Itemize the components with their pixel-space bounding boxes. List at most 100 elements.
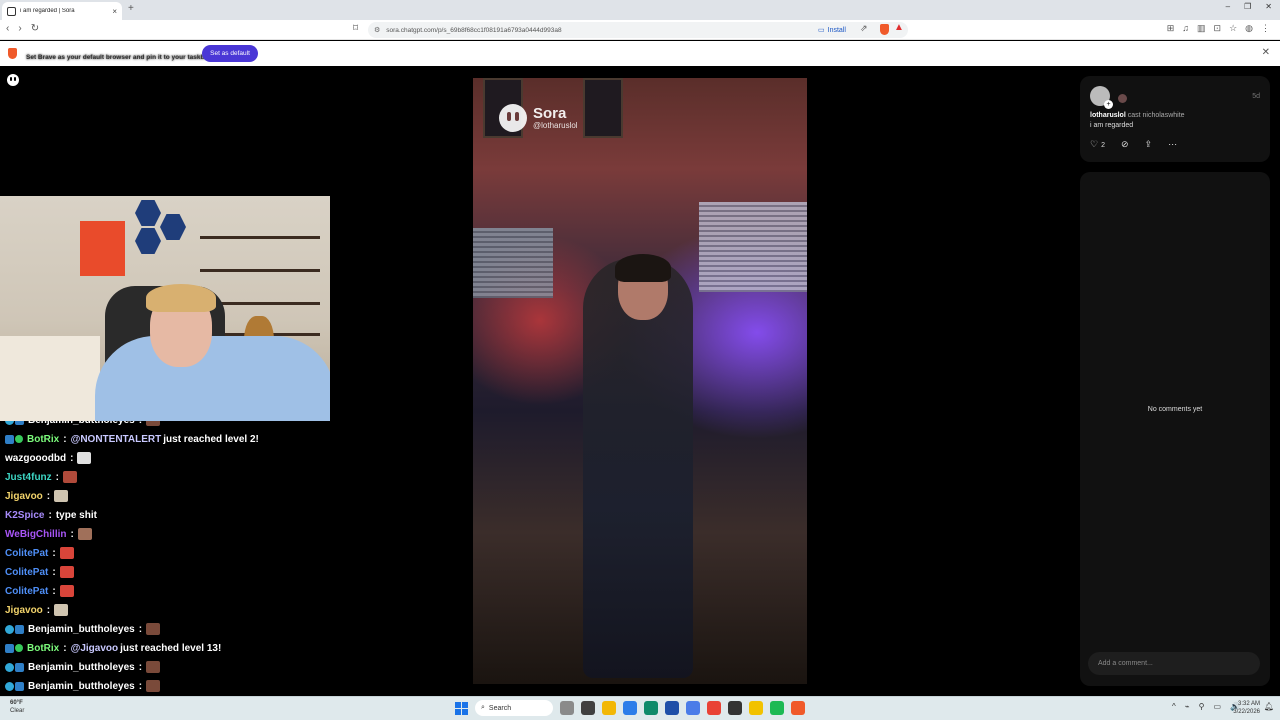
brave-shields-icon[interactable]: [880, 24, 889, 35]
vpn-icon[interactable]: ◍: [1245, 23, 1253, 34]
tab-close-button[interactable]: ×: [112, 7, 117, 16]
chat-username[interactable]: Jigavoo: [5, 491, 43, 502]
install-icon: ▭: [818, 27, 825, 34]
minimize-button[interactable]: –: [1226, 2, 1230, 11]
like-button[interactable]: ♡ 2: [1090, 139, 1105, 150]
infobar-close-button[interactable]: ✕: [1262, 47, 1270, 58]
reload-button[interactable]: ↻: [31, 23, 39, 34]
wallet-icon[interactable]: ⊡: [1214, 23, 1222, 34]
chat-username[interactable]: Jigavoo: [5, 605, 43, 616]
chat-badge-icon: [15, 421, 24, 425]
post-credits: lotharuslol cast nicholaswhite: [1090, 112, 1185, 119]
post-username[interactable]: lotharuslol: [1090, 112, 1126, 119]
leo-ai-icon[interactable]: ☆: [1229, 23, 1237, 34]
browser-tab[interactable]: i am regarded | Sora ×: [2, 2, 122, 20]
search-icon: ⌕: [481, 704, 485, 711]
comment-input[interactable]: Add a comment...: [1088, 652, 1260, 675]
chat-username[interactable]: Benjamin_buttholeyes: [28, 662, 135, 673]
taskbar-search[interactable]: ⌕ Search: [475, 700, 553, 716]
forward-button[interactable]: ›: [18, 23, 21, 34]
webcam-couch: [0, 336, 100, 421]
chat-username[interactable]: Benjamin_buttholeyes: [28, 421, 135, 426]
chat-separator: :: [55, 471, 60, 483]
chat-username[interactable]: Benjamin_buttholeyes: [28, 624, 135, 635]
notification-bell-icon[interactable]: 🔔︎: [1264, 702, 1274, 711]
taskbar-app-icon[interactable]: [791, 701, 805, 715]
start-button[interactable]: [455, 701, 468, 715]
more-options-icon[interactable]: ⋯: [1168, 139, 1177, 150]
chat-username[interactable]: ColitePat: [5, 586, 48, 597]
avatar[interactable]: [1090, 86, 1113, 109]
url-text[interactable]: sora.chatgpt.com/p/s_69b8f68cc1f08191a67…: [386, 27, 561, 34]
remix-icon[interactable]: ⊘: [1121, 139, 1129, 150]
media-control-icon[interactable]: ♫: [1182, 23, 1189, 34]
post-time: 5d: [1252, 93, 1260, 100]
chat-separator: :: [63, 433, 67, 445]
tray-icon[interactable]: ▭: [1213, 702, 1221, 711]
bookmark-icon[interactable]: ⌑: [353, 23, 358, 34]
new-tab-button[interactable]: +: [128, 3, 134, 14]
taskbar-app-icon[interactable]: [770, 701, 784, 715]
chat-emote-icon: [146, 623, 161, 635]
chat-badges: [5, 681, 24, 691]
like-count: 2: [1101, 142, 1105, 149]
chat-separator: :: [48, 509, 52, 521]
tray-icon[interactable]: ⌁: [1185, 702, 1190, 711]
sora-logo-icon[interactable]: [7, 74, 19, 86]
post-actions: ♡ 2 ⊘ ⇪ ⋯: [1090, 139, 1177, 150]
chat-emote-icon: [59, 566, 74, 578]
taskbar-app-icon[interactable]: [623, 701, 637, 715]
chat-badge-icon: [15, 662, 24, 672]
taskbar-app-icon[interactable]: [749, 701, 763, 715]
video-player[interactable]: Sora @lotharuslol: [473, 78, 807, 684]
chat-mention[interactable]: @NONTENTALERT: [71, 434, 162, 445]
site-info-icon[interactable]: ⚙: [374, 26, 380, 34]
chat-username[interactable]: ColitePat: [5, 567, 48, 578]
install-button[interactable]: ▭ Install: [818, 24, 846, 36]
chat-username[interactable]: BotRix: [27, 643, 59, 654]
webcam-poster: [80, 221, 125, 276]
tray-icon[interactable]: ⚲: [1199, 702, 1205, 711]
chat-badge-icon: [15, 643, 23, 652]
chat-message: ColitePat:: [5, 545, 74, 561]
chat-username[interactable]: WeBigChillin: [5, 529, 66, 540]
toolbar-extensions: ⊞ ♫ ▥ ⊡ ☆ ◍ ⋮: [1167, 23, 1270, 34]
sora-watermark-icon: [499, 104, 527, 132]
taskbar-app-icon[interactable]: [581, 701, 595, 715]
taskbar-app-icon[interactable]: [602, 701, 616, 715]
chat-mention[interactable]: @Jigavoo: [71, 643, 119, 654]
post-cast[interactable]: cast nicholaswhite: [1128, 112, 1185, 119]
taskbar-app-icon[interactable]: [728, 701, 742, 715]
chat-emote-icon: [146, 421, 161, 426]
chat-username[interactable]: wazgooodbd: [5, 453, 66, 464]
tray-icon[interactable]: ^: [1172, 702, 1176, 711]
share-page-icon[interactable]: ⇗: [860, 23, 868, 34]
back-button[interactable]: ‹: [6, 23, 9, 34]
weather-widget[interactable]: 60°F Clear: [10, 699, 24, 715]
taskbar-app-icon[interactable]: [665, 701, 679, 715]
chat-badges: [5, 624, 24, 634]
set-as-default-button[interactable]: Set as default: [202, 45, 258, 62]
chat-emote-icon: [146, 661, 161, 673]
taskbar-app-icon[interactable]: [644, 701, 658, 715]
taskbar-app-icon[interactable]: [707, 701, 721, 715]
chat-emote-icon: [59, 585, 74, 597]
taskbar-app-icon[interactable]: [560, 701, 574, 715]
brave-rewards-icon[interactable]: ▲: [894, 22, 904, 33]
close-window-button[interactable]: ✕: [1265, 2, 1272, 11]
chat-username[interactable]: Just4funz: [5, 472, 52, 483]
menu-icon[interactable]: ⋮: [1261, 23, 1270, 34]
chat-username[interactable]: K2Spice: [5, 510, 44, 521]
tab-search-icon[interactable]: ⊞: [1167, 23, 1175, 34]
chat-emote-icon: [77, 528, 92, 540]
maximize-button[interactable]: ❐: [1244, 2, 1251, 11]
taskbar-app-icon[interactable]: [686, 701, 700, 715]
sidebar-icon[interactable]: ▥: [1197, 23, 1206, 34]
chat-username[interactable]: BotRix: [27, 434, 59, 445]
chat-username[interactable]: ColitePat: [5, 548, 48, 559]
install-label: Install: [827, 26, 846, 34]
taskbar-clock[interactable]: 3:32 AM 3/22/2026: [1233, 700, 1260, 716]
share-icon[interactable]: ⇪: [1145, 139, 1153, 150]
chat-username[interactable]: Benjamin_buttholeyes: [28, 681, 135, 692]
cameo-avatar[interactable]: [1118, 94, 1127, 103]
